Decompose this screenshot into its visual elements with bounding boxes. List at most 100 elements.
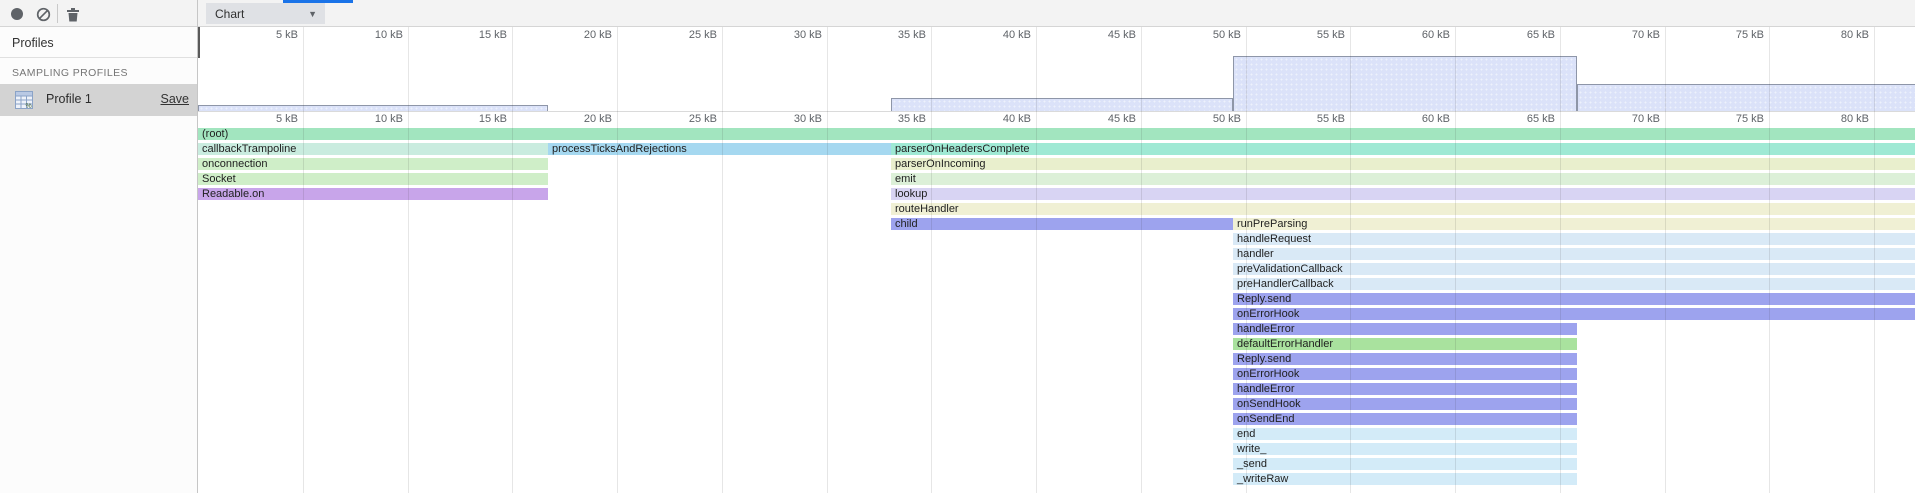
tick-label-20kb: 20 kB (540, 113, 612, 125)
tick-label-75kb: 75 kB (1692, 113, 1764, 125)
tick-label-65kb: 65 kB (1483, 113, 1555, 125)
tick-label-5kb: 5 kB (226, 113, 298, 125)
overview-area-segment (1233, 56, 1577, 111)
tick-label-80kb: 80 kB (1797, 29, 1869, 41)
tick-label-75kb: 75 kB (1692, 29, 1764, 41)
gridline-70kb (1665, 27, 1666, 493)
gridline-80kb (1874, 27, 1875, 493)
record-icon (10, 7, 24, 21)
active-tab-accent (283, 0, 353, 3)
tick-label-45kb: 45 kB (1064, 113, 1136, 125)
tick-label-30kb: 30 kB (750, 113, 822, 125)
flame-bar-preHandlerCallback[interactable]: preHandlerCallback (1233, 278, 1915, 290)
flame-bar-write_[interactable]: write_ (1233, 443, 1577, 455)
profiler-panel: Chart ▼ Profiles SAMPLING PROFILES % (0, 0, 1915, 493)
gridline-60kb (1455, 27, 1456, 493)
save-profile-link[interactable]: Save (161, 92, 190, 106)
tick-label-30kb: 30 kB (750, 29, 822, 41)
tick-label-10kb: 10 kB (331, 29, 403, 41)
clear-button[interactable] (34, 5, 52, 23)
chevron-down-icon: ▼ (308, 9, 325, 19)
sidebar: Profiles SAMPLING PROFILES % Profile 1 S… (0, 27, 197, 493)
gridline-35kb (931, 27, 932, 493)
flame-bar-child[interactable]: child (891, 218, 1233, 230)
tick-label-60kb: 60 kB (1378, 29, 1450, 41)
gridline-5kb (303, 27, 304, 493)
overview-area-segment (1577, 84, 1915, 111)
gridline-55kb (1350, 27, 1351, 493)
record-button[interactable] (8, 5, 26, 23)
flame-bar-Reply.send[interactable]: Reply.send (1233, 353, 1577, 365)
memory-overview-pane[interactable]: 5 kB 10 kB 15 kB 20 kB 25 kB 30 kB 35 kB 40 kB 4… (198, 27, 1915, 112)
tick-label-15kb: 15 kB (435, 113, 507, 125)
tick-label-65kb: 65 kB (1483, 29, 1555, 41)
flame-bar-onErrorHook[interactable]: onErrorHook (1233, 368, 1577, 380)
gridline-30kb (827, 27, 828, 493)
toolbar: Chart ▼ (0, 0, 1915, 27)
sidebar-divider (0, 57, 197, 58)
flame-bar-onSendHook[interactable]: onSendHook (1233, 398, 1577, 410)
block-icon (36, 7, 51, 22)
flame-bar-_send[interactable]: _send (1233, 458, 1577, 470)
flame-bar-emit[interactable]: emit (891, 173, 1915, 185)
flame-bar-routeHandler[interactable]: routeHandler (891, 203, 1915, 215)
flame-bar-end[interactable]: end (1233, 428, 1577, 440)
flame-bar-Socket[interactable]: Socket (198, 173, 548, 185)
flame-bar-handleError[interactable]: handleError (1233, 383, 1577, 395)
trash-icon (66, 7, 80, 22)
flame-bar-defaultErrorHandler[interactable]: defaultErrorHandler (1233, 338, 1577, 350)
flame-bar-handleError[interactable]: handleError (1233, 323, 1577, 335)
sidebar-title: Profiles (12, 36, 54, 50)
tick-label-25kb: 25 kB (645, 29, 717, 41)
tick-label-70kb: 70 kB (1588, 29, 1660, 41)
flame-bar-handler[interactable]: handler (1233, 248, 1915, 260)
gridline-45kb (1141, 27, 1142, 493)
delete-button[interactable] (64, 5, 82, 23)
tick-label-50kb: 50 kB (1169, 29, 1241, 41)
flame-bar-handleRequest[interactable]: handleRequest (1233, 233, 1915, 245)
flame-bar-Readable.on[interactable]: Readable.on (198, 188, 548, 200)
overview-area-segment (198, 105, 548, 111)
view-mode-value: Chart (206, 7, 308, 21)
gridline-10kb (408, 27, 409, 493)
flame-bar-_writeRaw[interactable]: _writeRaw (1233, 473, 1577, 485)
profile-icon: % (14, 90, 34, 115)
tick-label-35kb: 35 kB (854, 113, 926, 125)
flame-bar-parserOnHeadersComplete[interactable]: parserOnHeadersComplete (891, 143, 1915, 155)
flame-bar-onconnection[interactable]: onconnection (198, 158, 548, 170)
flame-bar-preValidationCallback[interactable]: preValidationCallback (1233, 263, 1915, 275)
flame-bar-onSendEnd[interactable]: onSendEnd (1233, 413, 1577, 425)
tick-label-40kb: 40 kB (959, 113, 1031, 125)
flame-bar-Reply.send[interactable]: Reply.send (1233, 293, 1915, 305)
flame-bar-lookup[interactable]: lookup (891, 188, 1915, 200)
flame-bar-parserOnIncoming[interactable]: parserOnIncoming (891, 158, 1915, 170)
tick-label-15kb: 15 kB (435, 29, 507, 41)
flame-bar-onErrorHook[interactable]: onErrorHook (1233, 308, 1915, 320)
flame-ruler: 5 kB10 kB15 kB20 kB25 kB30 kB35 kB40 kB4… (198, 112, 1915, 128)
flame-bar-callbackTrampoline[interactable]: callbackTrampoline (198, 143, 548, 155)
profile-name: Profile 1 (46, 92, 92, 106)
flame-bar-runPreParsing[interactable]: runPreParsing (1233, 218, 1915, 230)
tick-label-35kb: 35 kB (854, 29, 926, 41)
tick-label-55kb: 55 kB (1273, 29, 1345, 41)
tick-label-70kb: 70 kB (1588, 113, 1660, 125)
overview-cursor[interactable] (198, 27, 200, 58)
overview-area-segment (891, 98, 1233, 111)
tick-label-5kb: 5 kB (226, 29, 298, 41)
sidebar-item-profile-1[interactable]: % Profile 1 Save (0, 84, 197, 116)
flame-bar-processTicksAndRejections[interactable]: processTicksAndRejections (548, 143, 891, 155)
gridline-25kb (722, 27, 723, 493)
svg-text:%: % (26, 103, 32, 110)
flame-bar-root[interactable]: (root) (198, 128, 1915, 140)
tick-label-10kb: 10 kB (331, 113, 403, 125)
tick-label-20kb: 20 kB (540, 29, 612, 41)
tick-label-45kb: 45 kB (1064, 29, 1136, 41)
flame-chart: (root) callbackTrampolineprocessTicksAndR… (198, 128, 1915, 493)
view-mode-select[interactable]: Chart ▼ (206, 3, 325, 24)
gridline-50kb (1246, 27, 1247, 493)
gridline-65kb (1560, 27, 1561, 493)
tick-label-80kb: 80 kB (1797, 113, 1869, 125)
gridline-75kb (1769, 27, 1770, 493)
tick-label-40kb: 40 kB (959, 29, 1031, 41)
gridline-20kb (617, 27, 618, 493)
